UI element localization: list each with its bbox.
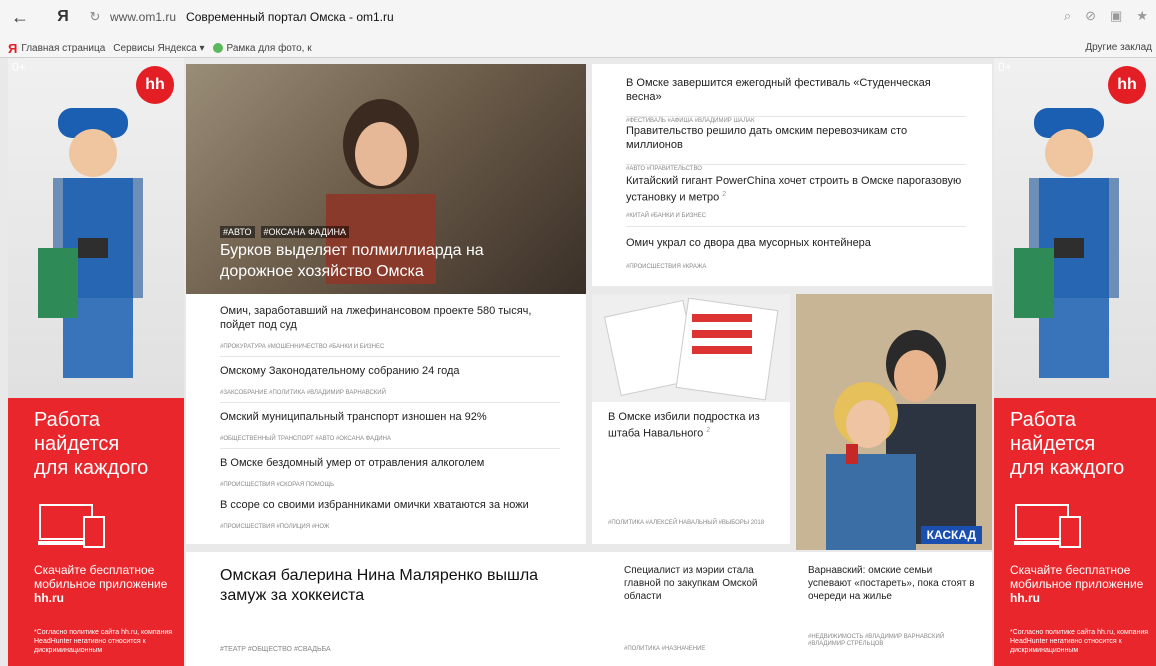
- star-icon[interactable]: ★: [1136, 8, 1148, 24]
- hero-tag[interactable]: #ОКСАНА ФАДИНА: [260, 226, 349, 238]
- reload-icon[interactable]: ↻: [84, 9, 106, 25]
- search-icon[interactable]: ⌕: [1064, 8, 1071, 24]
- list-item-tags[interactable]: #ЗАКСОБРАНИЕ #ПОЛИТИКА #ВЛАДИМИР ВАРНАВС…: [220, 390, 560, 396]
- page-title: Современный портал Омска - om1.ru: [186, 10, 394, 24]
- list-item-tags[interactable]: #ПРОИСШЕСТВИЯ #СКОРАЯ ПОМОЩЬ: [220, 482, 560, 488]
- worker-illustration-icon: [38, 108, 143, 378]
- list-item-title[interactable]: Правительство решило дать омским перевоз…: [626, 124, 966, 152]
- ad-app-text: Скачайте бесплатное мобильное приложение…: [1010, 563, 1144, 605]
- list-item[interactable]: Омскому Законодательному собранию 24 год…: [220, 364, 560, 396]
- photo-news-card[interactable]: В Омске избили подростка из штаба Наваль…: [592, 294, 790, 544]
- hero-article[interactable]: #АВТО #ОКСАНА ФАДИНА Бурков выделяет пол…: [186, 64, 586, 294]
- list-item-tags[interactable]: #КИТАЙ #БАНКИ И БИЗНЕС: [626, 213, 966, 219]
- main-content: #АВТО #ОКСАНА ФАДИНА Бурков выделяет пол…: [186, 58, 994, 666]
- back-button[interactable]: ←: [6, 7, 34, 28]
- ad-headline: Работа найдется для каждого: [1010, 409, 1125, 479]
- green-dot-icon: [212, 43, 223, 53]
- ad-photo: [994, 58, 1156, 398]
- hero-tags: #АВТО #ОКСАНА ФАДИНА: [220, 226, 349, 238]
- news-item-tags[interactable]: #ПОЛИТИКА #НАЗНАЧЕНИЕ: [624, 646, 705, 652]
- hero-title[interactable]: Бурков выделяет полмиллиарда на дорожное…: [220, 240, 540, 282]
- bookmarks-bar: Я Главная страница Сервисы Яндекса ▾ Рамк…: [0, 38, 1156, 58]
- yandex-icon: Я: [8, 40, 18, 56]
- bookmark-frame[interactable]: Рамка для фото, к: [212, 43, 312, 54]
- block-icon[interactable]: ⊘: [1085, 8, 1096, 24]
- list-item-tags[interactable]: #ПРОИСШЕСТВИЯ #КРАЖА: [626, 264, 966, 270]
- news-item-title[interactable]: Специалист из мэрии стала главной по зак…: [624, 564, 774, 603]
- list-item-title[interactable]: Омский муниципальный транспорт изношен н…: [220, 410, 560, 424]
- ad-disclaimer: *Согласно политике сайта hh.ru, компания…: [34, 629, 173, 654]
- list-item-title[interactable]: Омич украл со двора два мусорных контейн…: [626, 236, 966, 250]
- hh-ad-right[interactable]: 0+ hh Работа найдется для каждого Скачай…: [994, 58, 1156, 666]
- hh-logo: hh: [136, 66, 174, 104]
- devices-icon: [1014, 504, 1081, 548]
- divider: [626, 116, 966, 117]
- list-item-tags[interactable]: #ПРОИСШЕСТВИЯ #ПОЛИЦИЯ #НОЖ: [220, 524, 560, 530]
- divider: [626, 164, 966, 165]
- browser-chrome: ← Я ↻ www.om1.ru Современный портал Омск…: [0, 0, 1156, 58]
- address-bar: ← Я ↻ www.om1.ru Современный портал Омск…: [0, 0, 1156, 34]
- list-item-title[interactable]: В Омске бездомный умер от отравления алк…: [220, 456, 560, 470]
- divider: [626, 226, 966, 227]
- list-item-title[interactable]: Китайский гигант PowerChina хочет строит…: [626, 174, 966, 205]
- bottom-news-row: Омская балерина Нина Маляренко вышла зам…: [186, 552, 992, 666]
- featured-title[interactable]: Омская балерина Нина Маляренко вышла зам…: [220, 566, 550, 606]
- divider: [220, 356, 560, 357]
- list-item-title[interactable]: В Омске завершится ежегодный фестиваль «…: [626, 76, 966, 104]
- other-bookmarks[interactable]: Другие заклад: [1085, 42, 1152, 53]
- devices-icon: [38, 504, 105, 548]
- bookmark-services[interactable]: Сервисы Яндекса ▾: [113, 43, 204, 54]
- divider: [220, 448, 560, 449]
- age-rating: 0+: [998, 60, 1012, 74]
- hero-tag[interactable]: #АВТО: [220, 226, 255, 238]
- ad-app-text: Скачайте бесплатное мобильное приложение…: [34, 563, 168, 605]
- yandex-logo-icon[interactable]: Я: [52, 8, 74, 26]
- list-item[interactable]: Китайский гигант PowerChina хочет строит…: [626, 174, 966, 219]
- kaskad-logo: КАСКАД: [920, 526, 982, 544]
- reader-icon[interactable]: ▣: [1110, 8, 1122, 24]
- list-item[interactable]: В ссоре со своими избранниками омички хв…: [220, 498, 560, 530]
- list-item[interactable]: Омский муниципальный транспорт изношен н…: [220, 410, 560, 442]
- age-rating: 0+: [12, 60, 26, 74]
- hh-ad-left[interactable]: 0+ hh Работа найдется для каждого Скачай…: [8, 58, 184, 666]
- featured-tags[interactable]: #ТЕАТР #ОБЩЕСТВО #СВАДЬБА: [220, 646, 331, 653]
- ad-disclaimer: *Согласно политике сайта hh.ru, компания…: [1010, 629, 1149, 654]
- url-text[interactable]: www.om1.ru: [110, 10, 176, 24]
- comment-count: 2: [706, 427, 711, 434]
- news-list-middle: Омич, заработавший на лжефинансовом прое…: [186, 294, 586, 544]
- list-item-tags[interactable]: #ОБЩЕСТВЕННЫЙ ТРАНСПОРТ #АВТО #ОКСАНА ФА…: [220, 436, 560, 442]
- list-item[interactable]: В Омске бездомный умер от отравления алк…: [220, 456, 560, 488]
- hh-logo: hh: [1108, 66, 1146, 104]
- news-item-title[interactable]: Варнавский: омские семьи успевают «поста…: [808, 564, 978, 603]
- document-photo: [592, 294, 790, 402]
- toolbar-icons: ⌕ ⊘ ▣ ★: [1064, 8, 1148, 24]
- kaskad-poster-ad[interactable]: КАСКАД: [796, 294, 992, 550]
- ad-photo: [8, 58, 184, 398]
- worker-illustration-icon: [1014, 108, 1119, 378]
- list-item-title[interactable]: Омскому Законодательному собранию 24 год…: [220, 364, 560, 378]
- news-list-top: В Омске завершится ежегодный фестиваль «…: [592, 64, 992, 286]
- photo-card-tags[interactable]: #ПОЛИТИКА #АЛЕКСЕЙ НАВАЛЬНЫЙ #ВЫБОРЫ 201…: [608, 520, 778, 527]
- list-item[interactable]: Омич, заработавший на лжефинансовом прое…: [220, 304, 560, 350]
- divider: [220, 402, 560, 403]
- ad-headline: Работа найдется для каждого: [34, 409, 149, 479]
- list-item-tags[interactable]: #ПРОКУРАТУРА #МОШЕННИЧЕСТВО #БАНКИ И БИЗ…: [220, 344, 560, 350]
- list-item-tags[interactable]: #АВТО #ПРАВИТЕЛЬСТВО: [626, 166, 966, 172]
- list-item-title[interactable]: В ссоре со своими избранниками омички хв…: [220, 498, 560, 512]
- list-item[interactable]: Омич украл со двора два мусорных контейн…: [626, 236, 966, 270]
- retro-couple-illustration: [796, 294, 992, 550]
- news-item-tags[interactable]: #НЕДВИЖИМОСТЬ #ВЛАДИМИР ВАРНАВСКИЙ #ВЛАД…: [808, 634, 978, 648]
- comment-count: 2: [722, 191, 727, 198]
- bookmark-home[interactable]: Я Главная страница: [8, 41, 105, 56]
- photo-card-title[interactable]: В Омске избили подростка из штаба Наваль…: [608, 410, 778, 441]
- list-item-title[interactable]: Омич, заработавший на лжефинансовом прое…: [220, 304, 560, 332]
